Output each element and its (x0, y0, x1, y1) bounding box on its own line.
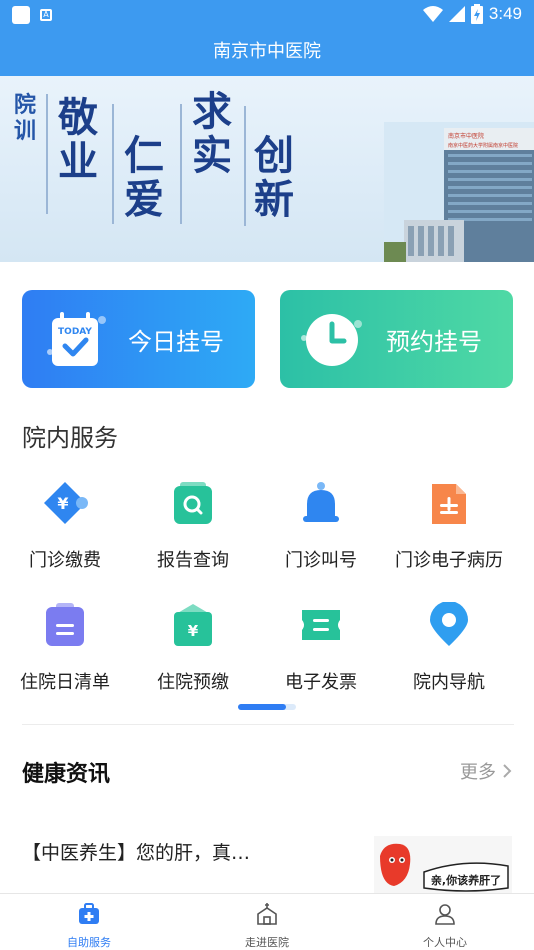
user-icon (435, 904, 455, 925)
service-hospital-navigation[interactable]: 院内导航 (384, 601, 514, 712)
building-sign-2: 南京中医药大学附属南京中医院 (448, 142, 518, 149)
building-sign-1: 南京市中医院 (448, 132, 484, 140)
banner-divider (112, 104, 114, 224)
today-registration-label: 今日挂号 (128, 327, 224, 356)
appointment-registration-button[interactable]: 预约挂号 (280, 290, 513, 388)
service-e-invoice[interactable]: 电子发票 (256, 602, 386, 712)
yuan-envelope-icon: ¥ (174, 604, 212, 646)
motto-4: 创新 (254, 132, 294, 223)
motto-1: 敬业 (58, 94, 98, 185)
tab-about-hospital[interactable]: 走进医院 (178, 894, 356, 950)
services-section-title: 院内服务 (22, 424, 118, 452)
ticket-icon (302, 610, 340, 640)
service-label: 电子发票 (285, 672, 357, 693)
motto-3: 求实 (192, 88, 232, 179)
status-bar: A 3:49 (0, 0, 534, 30)
banner-label: 院训 (14, 92, 37, 144)
service-queue-call[interactable]: 门诊叫号 (256, 480, 386, 590)
service-report-query[interactable]: 报告查询 (128, 480, 258, 590)
wifi-icon (422, 6, 443, 22)
svg-text:¥: ¥ (57, 494, 68, 513)
news-more-link[interactable]: 更多 (460, 758, 512, 784)
calendar-today-icon: TODAY (47, 312, 106, 366)
medical-bag-icon (79, 903, 99, 924)
chevron-right-icon (503, 764, 512, 778)
tab-label: 个人中心 (423, 936, 467, 949)
page-title: 南京市中医院 (0, 30, 534, 76)
today-registration-button[interactable]: TODAY 今日挂号 (22, 290, 255, 388)
banner-divider (180, 104, 182, 224)
yuan-payment-icon: ¥ (44, 482, 88, 524)
bell-icon (303, 482, 339, 522)
service-label: 住院日清单 (20, 672, 110, 693)
service-label: 报告查询 (157, 550, 229, 571)
banner-divider (244, 106, 246, 226)
more-label: 更多 (460, 762, 496, 783)
appointment-registration-label: 预约挂号 (386, 327, 482, 356)
tab-self-service[interactable]: 自助服务 (0, 894, 178, 950)
hospital-icon (257, 903, 277, 925)
hospital-banner[interactable]: 院训 敬业 仁爱 求实 创新 南京市中医院 南京中医药大学附属南京中医院 (0, 76, 534, 262)
battery-icon (470, 4, 483, 24)
service-label: 院内导航 (413, 672, 485, 693)
service-label: 门诊电子病历 (395, 550, 503, 571)
tab-personal-center[interactable]: 个人中心 (356, 894, 534, 950)
notification-icon (12, 6, 30, 24)
svg-text:¥: ¥ (188, 622, 199, 640)
service-electronic-record[interactable]: 门诊电子病历 (384, 480, 514, 590)
signal-icon (448, 6, 465, 22)
location-pin-icon (430, 601, 468, 646)
tab-label: 自助服务 (67, 936, 111, 949)
section-divider (22, 724, 514, 725)
hospital-building-image: 南京市中医院 南京中医药大学附属南京中医院 (384, 122, 534, 262)
service-inpatient-prepay[interactable]: ¥ 住院预缴 (128, 602, 258, 712)
thumb-caption: 亲,你该养肝了 (431, 873, 501, 887)
service-page-indicator (238, 704, 296, 710)
status-time: 3:49 (488, 4, 522, 23)
clock-icon (301, 314, 362, 366)
keyboard-icon: A (40, 9, 52, 21)
service-label: 门诊叫号 (285, 550, 357, 571)
news-item-title[interactable]: 【中医养生】您的肝，真… (22, 838, 250, 865)
banner-divider (46, 94, 48, 214)
page-indicator-active (238, 704, 286, 710)
motto-2: 仁爱 (124, 132, 164, 223)
service-inpatient-daily-list[interactable]: 住院日清单 (0, 602, 130, 712)
report-search-icon (174, 482, 212, 524)
service-outpatient-payment[interactable]: ¥ 门诊缴费 (0, 480, 130, 590)
document-icon (432, 484, 466, 524)
news-section-title: 健康资讯 (22, 762, 111, 787)
bottom-tab-bar: 自助服务 走进医院 个人中心 (0, 893, 534, 950)
clipboard-icon (46, 603, 84, 646)
news-thumbnail[interactable]: 亲,你该养肝了 (374, 836, 512, 894)
status-left: A (12, 6, 52, 24)
status-right: 3:49 (422, 4, 522, 24)
tab-label: 走进医院 (245, 936, 289, 949)
service-label: 住院预缴 (157, 672, 229, 693)
service-label: 门诊缴费 (29, 550, 101, 571)
today-badge-text: TODAY (58, 327, 92, 337)
